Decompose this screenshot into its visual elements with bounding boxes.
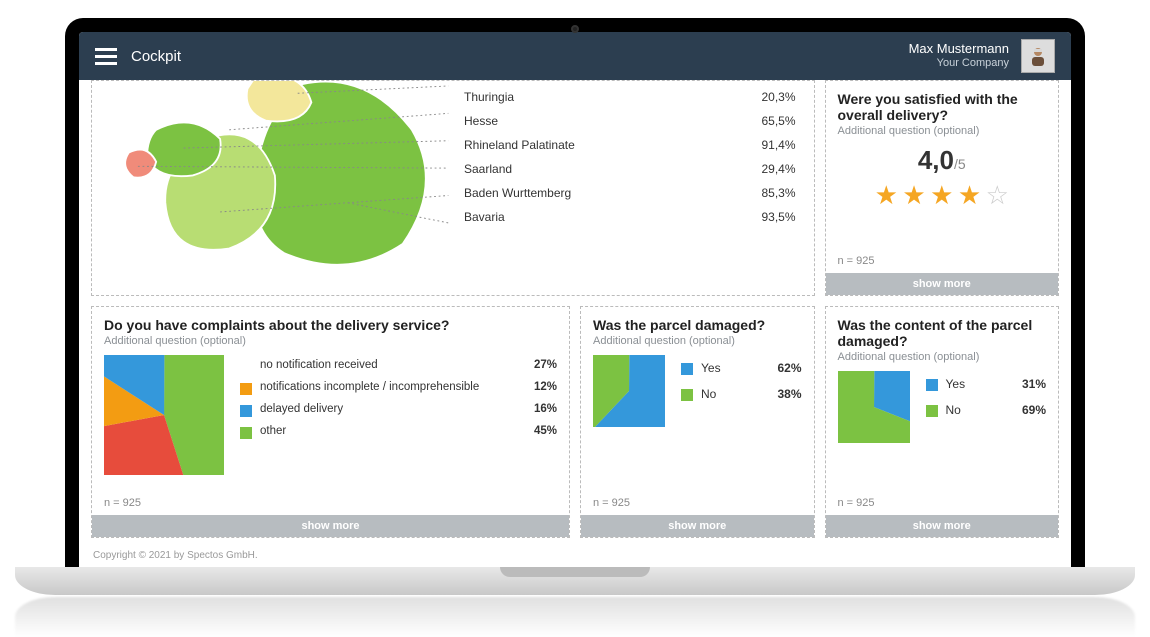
legend-item: notifications incomplete / incomprehensi… <box>240 377 557 399</box>
user-name: Max Mustermann <box>909 41 1009 57</box>
region-list: Thuringia20,3% Hesse65,5% Rhineland Pala… <box>464 85 802 295</box>
person-icon <box>1026 44 1050 68</box>
webcam-dot <box>571 25 579 33</box>
legend: Yes62% No38% <box>681 355 802 408</box>
laptop-base <box>15 567 1135 595</box>
map-card: Thuringia20,3% Hesse65,5% Rhineland Pala… <box>91 80 815 296</box>
legend-item: no notification received27% <box>240 355 557 377</box>
footer-copyright: Copyright © 2021 by Spectos GmbH. <box>79 544 1071 567</box>
show-more-button[interactable]: show more <box>581 515 814 537</box>
n-count: n = 925 <box>593 497 630 509</box>
star-icon: ★ <box>958 182 981 208</box>
region-row: Baden Wurttemberg85,3% <box>464 181 796 205</box>
card-subtitle: Additional question (optional) <box>104 335 557 347</box>
screen: Cockpit Max Mustermann Your Company <box>79 32 1071 567</box>
score-value: 4,0/5 <box>838 145 1047 176</box>
card-subtitle: Additional question (optional) <box>593 335 802 347</box>
legend-item: No69% <box>926 397 1047 423</box>
star-icon: ★ <box>930 182 953 208</box>
card-subtitle: Additional question (optional) <box>838 125 1047 137</box>
region-row: Thuringia20,3% <box>464 85 796 109</box>
star-icon: ★ <box>902 182 925 208</box>
card-title: Was the content of the parcel damaged? <box>838 317 1047 349</box>
card-title: Was the parcel damaged? <box>593 317 802 333</box>
legend: Yes31% No69% <box>926 371 1047 424</box>
pie-chart <box>593 355 665 427</box>
complaints-card: Do you have complaints about the deliver… <box>91 306 570 538</box>
n-count: n = 925 <box>838 497 875 509</box>
avatar[interactable] <box>1021 39 1055 73</box>
region-row: Rhineland Palatinate91,4% <box>464 133 796 157</box>
satisfaction-card: Were you satisfied with the overall deli… <box>825 80 1060 296</box>
legend-item: Yes31% <box>926 371 1047 397</box>
laptop-frame: Cockpit Max Mustermann Your Company <box>65 18 1085 567</box>
dashboard-grid: Thuringia20,3% Hesse65,5% Rhineland Pala… <box>79 80 1071 544</box>
legend-item: delayed delivery16% <box>240 399 557 421</box>
parcel-damaged-card: Was the parcel damaged? Additional quest… <box>580 306 815 538</box>
star-icon: ☆ <box>986 182 1009 208</box>
legend-item: other45% <box>240 421 557 443</box>
user-company: Your Company <box>909 57 1009 71</box>
legend-item: No38% <box>681 381 802 407</box>
topbar: Cockpit Max Mustermann Your Company <box>79 32 1071 80</box>
show-more-button[interactable]: show more <box>826 515 1059 537</box>
card-title: Were you satisfied with the overall deli… <box>838 91 1047 123</box>
n-count: n = 925 <box>838 255 875 267</box>
star-icon: ★ <box>875 182 898 208</box>
show-more-button[interactable]: show more <box>92 515 569 537</box>
star-rating: ★ ★ ★ ★ ☆ <box>838 182 1047 209</box>
reflection <box>15 597 1135 637</box>
germany-map <box>104 80 464 275</box>
content-damaged-card: Was the content of the parcel damaged? A… <box>825 306 1060 538</box>
region-row: Saarland29,4% <box>464 157 796 181</box>
card-title: Do you have complaints about the deliver… <box>104 317 557 333</box>
legend-item: Yes62% <box>681 355 802 381</box>
pie-chart <box>838 371 910 443</box>
user-block[interactable]: Max Mustermann Your Company <box>909 41 1009 71</box>
card-subtitle: Additional question (optional) <box>838 351 1047 363</box>
region-row: Hesse65,5% <box>464 109 796 133</box>
pie-chart <box>104 355 224 475</box>
legend: no notification received27% notification… <box>240 355 557 443</box>
n-count: n = 925 <box>104 497 141 509</box>
region-row: Bavaria93,5% <box>464 205 796 229</box>
show-more-button[interactable]: show more <box>826 273 1059 295</box>
menu-icon[interactable] <box>95 48 117 65</box>
page-title: Cockpit <box>131 48 181 65</box>
